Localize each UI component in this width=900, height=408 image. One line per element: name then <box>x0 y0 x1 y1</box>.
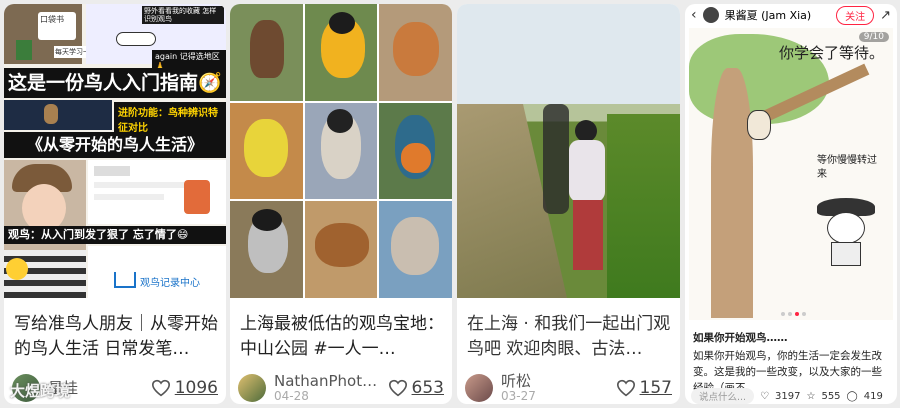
logo-icon <box>114 272 136 288</box>
bird-photo <box>230 4 303 101</box>
note-title[interactable]: 上海最被低估的观鸟宝地：中山公园 #一人一… <box>240 312 444 362</box>
author-name[interactable]: 果酱夏 (Jam Xia) <box>725 7 812 23</box>
bird-photo <box>379 102 452 200</box>
logo-text: 观鸟记录中心 <box>140 278 200 289</box>
carousel-dots <box>781 312 806 316</box>
comment-input[interactable]: 说点什么... <box>691 388 755 404</box>
share-icon[interactable]: ↗ <box>880 8 891 23</box>
comment-count: 419 <box>863 390 883 402</box>
like-icon[interactable]: ♡ <box>760 391 769 402</box>
bird-photo <box>379 4 452 101</box>
cover-image[interactable] <box>230 4 452 298</box>
tree-trunk <box>711 68 753 318</box>
note-detail-card[interactable]: ‹ 果酱夏 (Jam Xia) 关注 ↗ 9/10 你学会了等待。 等你慢慢转过… <box>685 4 897 404</box>
feed: 口袋书 每天学习一点点 野外看看我的收藏 怎样识别观鸟 again 记得选地区🙏… <box>0 0 900 408</box>
comment-icon[interactable]: ◯ <box>847 391 858 402</box>
note-bubble: 口袋书 <box>38 12 76 40</box>
heart-icon <box>151 379 170 397</box>
cover-image[interactable] <box>457 4 680 298</box>
birder-figure <box>565 120 609 290</box>
like-count: 157 <box>639 378 672 398</box>
bird-photo <box>379 201 452 298</box>
note-card[interactable]: 口袋书 每天学习一点点 野外看看我的收藏 怎样识别观鸟 again 记得选地区🙏… <box>4 4 226 404</box>
bird-photo <box>304 102 378 200</box>
placeholder-line <box>94 194 164 200</box>
drawing-text: 你学会了等待。 <box>779 44 885 62</box>
like-button[interactable]: 157 <box>616 378 672 398</box>
note-meta: 听松 03-27 157 <box>465 372 672 404</box>
author-info: NathanPhot… 04-28 <box>274 373 377 403</box>
note-card[interactable]: 在上海 · 和我们一起出门观鸟吧 欢迎肉眼、古法… 听松 03-27 157 <box>457 4 680 404</box>
screenshot-panel: 野外看看我的收藏 怎样识别观鸟 again 记得选地区🙏 <box>86 4 226 72</box>
note-banner: 野外看看我的收藏 怎样识别观鸟 <box>142 6 224 24</box>
app-screenshot <box>4 100 112 130</box>
like-count: 1096 <box>174 378 218 398</box>
drawing-image[interactable]: 9/10 你学会了等待。 等你慢慢转过来 <box>689 28 893 320</box>
note-card[interactable]: 上海最被低估的观鸟宝地：中山公园 #一人一… NathanPhot… 04-28… <box>230 4 452 404</box>
owl-icon <box>44 104 58 124</box>
note-meta: NathanPhot… 04-28 653 <box>238 372 444 404</box>
star-icon[interactable]: ☆ <box>806 391 815 402</box>
face-shape <box>22 184 66 232</box>
field <box>607 114 680 298</box>
bird-photo-grid <box>230 4 452 298</box>
avatar[interactable] <box>238 374 266 402</box>
page-indicator: 9/10 <box>858 32 889 42</box>
author-name[interactable]: NathanPhot… <box>274 373 377 389</box>
follow-button[interactable]: 关注 <box>836 5 875 25</box>
avatar[interactable] <box>702 7 719 23</box>
placeholder-line <box>94 182 184 188</box>
bird-photo <box>304 201 378 298</box>
book-headline: 《从零开始的鸟人生活》 <box>4 132 226 158</box>
bird-drawing <box>747 110 771 140</box>
post-date: 04-28 <box>274 389 309 403</box>
back-icon[interactable]: ‹ <box>691 7 697 23</box>
bird-photo <box>304 4 378 101</box>
person-drawing <box>817 198 875 268</box>
detail-actions: 说点什么... ♡ 3197 ☆ 555 ◯ 419 <box>691 388 891 404</box>
caption-strip: 观鸟：从入门到发了狠了 忘了情了😄 <box>4 226 226 244</box>
birder-figure <box>543 104 569 214</box>
hand-emoji-icon <box>6 258 28 280</box>
cover-image[interactable]: 口袋书 每天学习一点点 野外看看我的收藏 怎样识别观鸟 again 记得选地区🙏… <box>4 4 226 298</box>
author-name[interactable]: 听松 <box>501 373 536 389</box>
note-title[interactable]: 在上海 · 和我们一起出门观鸟吧 欢迎肉眼、古法… <box>467 312 672 362</box>
bird-photo <box>230 201 303 298</box>
like-button[interactable]: 653 <box>388 378 444 398</box>
detail-header: ‹ 果酱夏 (Jam Xia) 关注 ↗ <box>685 4 897 26</box>
record-panel <box>88 160 226 224</box>
post-date: 03-27 <box>501 389 536 403</box>
heart-icon <box>388 379 407 397</box>
like-count: 3197 <box>775 390 801 402</box>
heart-icon <box>616 379 635 397</box>
like-button[interactable]: 1096 <box>151 378 218 398</box>
avatar[interactable] <box>465 374 493 402</box>
bird-photo <box>230 102 303 200</box>
collect-count: 555 <box>821 390 841 402</box>
note-title[interactable]: 写给准鸟人朋友｜从零开始的鸟人生活 日常发笔… <box>14 312 218 362</box>
map-button <box>116 32 156 46</box>
like-count: 653 <box>411 378 444 398</box>
placeholder-line <box>94 166 130 176</box>
caption-title: 如果你开始观鸟…… <box>693 332 788 344</box>
logo-panel: 观鸟记录中心 <box>88 246 226 298</box>
author-info: 听松 03-27 <box>501 373 536 403</box>
feature-tag: 进阶功能：鸟种辨识特征对比 <box>114 102 226 136</box>
guide-headline: 这是一份鸟人入门指南🧭 <box>4 68 226 98</box>
watermark: 大煜跨境 <box>10 382 71 400</box>
book-spine <box>16 40 32 60</box>
drawing-text: 等你慢慢转过来 <box>817 155 877 180</box>
bird-sticker <box>184 180 210 214</box>
